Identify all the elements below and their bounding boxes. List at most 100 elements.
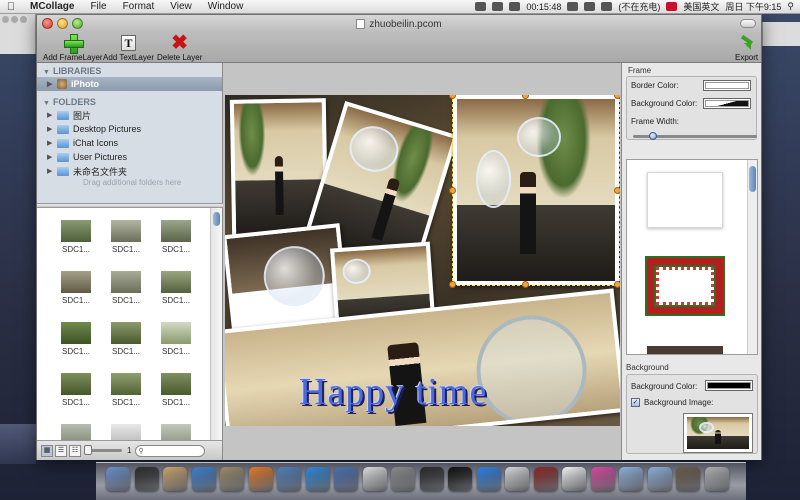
sidebar-item-untitled-folder[interactable]: ▶ 未命名文件夹 (37, 164, 222, 178)
photo-thumbnail[interactable]: SDC1... (51, 373, 101, 407)
collage-canvas[interactable]: Happy time (225, 95, 620, 426)
photo-thumbnail[interactable]: SDC1... (51, 271, 101, 305)
photo-thumbnail[interactable]: SDC1... (51, 220, 101, 254)
photo-thumbnail[interactable]: SDC1... (151, 271, 201, 305)
wifi-icon[interactable] (567, 2, 579, 11)
libraries-header[interactable]: ▼ LIBRARIES (37, 63, 222, 77)
photo-booth-icon[interactable] (590, 467, 615, 491)
thumbnail-zoom-slider[interactable] (84, 445, 122, 455)
input-source[interactable]: 美国英文 (683, 0, 719, 13)
delete-layer-button[interactable]: ✖ Delete Layer (157, 33, 202, 62)
sidebar-item-user-pictures[interactable]: ▶ User Pictures (37, 150, 222, 164)
slider-knob[interactable] (84, 445, 92, 455)
disclosure-triangle-icon[interactable]: ▶ (47, 80, 57, 88)
status-menu-icon[interactable] (475, 2, 487, 11)
search-input[interactable]: ⚲ (135, 444, 206, 457)
menubar-clock[interactable]: 周日 下午9:15 (725, 0, 781, 13)
scrollbar-knob[interactable] (213, 212, 220, 226)
menu-file[interactable]: File (82, 1, 114, 12)
add-frame-layer-button[interactable]: Add FrameLayer (43, 33, 103, 62)
timer-icon[interactable] (509, 2, 521, 11)
photo-thumbnail[interactable] (51, 424, 101, 440)
apple-menu-icon[interactable]:  (0, 1, 22, 13)
photo-thumbnail[interactable] (151, 424, 201, 440)
battery-status[interactable]: (不在充电) (618, 0, 660, 13)
volume-icon[interactable] (584, 2, 596, 11)
frame-style-roses[interactable] (647, 258, 723, 314)
add-text-layer-button[interactable]: T Add TextLayer (103, 33, 154, 62)
spotlight-icon[interactable]: ⚲ (787, 1, 794, 12)
list-view-button[interactable]: ☰ (55, 444, 67, 457)
ical-icon[interactable] (505, 467, 529, 491)
canvas-background-color-well[interactable] (705, 380, 753, 391)
background-image-well[interactable] (683, 413, 753, 453)
frame-layer-5-selected[interactable] (452, 95, 620, 286)
background-window[interactable] (0, 14, 36, 54)
resize-handle-bottom-left[interactable] (449, 281, 456, 288)
iphoto-icon[interactable] (277, 467, 301, 491)
flag-icon[interactable] (666, 2, 678, 11)
activity-monitor-icon[interactable] (419, 467, 444, 491)
title-bar[interactable]: zhuobeilin.pcom (37, 15, 761, 33)
folders-header[interactable]: ▼ FOLDERS (37, 94, 222, 108)
trash-icon[interactable] (704, 467, 729, 491)
photos-stack-icon[interactable] (676, 467, 700, 491)
frame-background-color-well[interactable] (703, 98, 751, 109)
frame-style-plain[interactable] (647, 172, 723, 228)
scrollbar-knob[interactable] (749, 166, 756, 192)
background-window-right[interactable] (762, 22, 800, 46)
frame-style-dark[interactable] (647, 346, 723, 354)
bluetooth-icon[interactable] (492, 2, 504, 11)
photo-thumbnail[interactable]: SDC1... (101, 322, 151, 356)
menu-view[interactable]: View (162, 1, 200, 12)
minimize-window-button[interactable] (57, 18, 68, 29)
border-color-well[interactable] (703, 80, 751, 91)
safari-icon[interactable] (191, 467, 216, 491)
firefox-icon[interactable] (248, 467, 273, 491)
dictionary-icon[interactable] (533, 467, 558, 491)
export-button[interactable]: Export (735, 33, 758, 62)
resize-handle-bottom-right[interactable] (614, 281, 620, 288)
slider-knob[interactable] (649, 132, 657, 140)
sidebar-item-pictures[interactable]: ▶ 图片 (37, 108, 222, 122)
photo-thumbnail[interactable]: SDC1... (101, 271, 151, 305)
disclosure-triangle-icon[interactable]: ▶ (47, 153, 57, 161)
thumbnail-scrollbar[interactable] (210, 208, 222, 440)
disclosure-triangle-icon[interactable]: ▶ (47, 125, 57, 133)
grid-view-button[interactable]: ▦ (41, 444, 53, 457)
close-window-button[interactable] (42, 18, 53, 29)
preview-icon[interactable] (220, 467, 244, 491)
text-layer[interactable]: Happy time (299, 370, 487, 414)
detail-view-button[interactable]: ☷ (69, 444, 81, 457)
textedit-icon[interactable] (362, 467, 387, 491)
menu-app-name[interactable]: MCollage (22, 1, 82, 12)
toolbar-toggle-button[interactable] (740, 19, 756, 28)
zoom-window-button[interactable] (72, 18, 83, 29)
sidebar-item-ichat-icons[interactable]: ▶ iChat Icons (37, 136, 222, 150)
disclosure-triangle-icon[interactable]: ▶ (47, 139, 57, 147)
calendar-icon[interactable] (562, 467, 586, 491)
finder-icon[interactable] (106, 467, 130, 491)
sidebar-item-iphoto[interactable]: ▶ iPhoto (37, 77, 222, 91)
address-book-icon[interactable] (163, 467, 187, 491)
app-store-icon[interactable] (476, 467, 501, 491)
photo-thumbnail[interactable]: SDC1... (151, 220, 201, 254)
photo-thumbnail[interactable]: SDC1... (151, 373, 201, 407)
menu-format[interactable]: Format (115, 1, 163, 12)
terminal-icon[interactable] (448, 467, 472, 491)
frame-list-scrollbar[interactable] (747, 160, 757, 354)
canvas-area[interactable]: Happy time (223, 63, 621, 460)
resize-handle-top-right[interactable] (614, 95, 620, 99)
timer-readout[interactable]: 00:15:48 (526, 2, 561, 12)
dashboard-icon[interactable] (134, 467, 159, 491)
itunes-icon[interactable] (305, 467, 330, 491)
battery-icon[interactable] (601, 2, 613, 11)
photo-thumbnail[interactable]: SDC1... (151, 322, 201, 356)
resize-handle-left[interactable] (449, 187, 456, 194)
photo-thumbnail[interactable]: SDC1... (51, 322, 101, 356)
disclosure-triangle-icon[interactable]: ▶ (47, 111, 57, 119)
sidebar-item-desktop-pictures[interactable]: ▶ Desktop Pictures (37, 122, 222, 136)
frame-width-slider[interactable] (633, 132, 757, 140)
photo-thumbnail[interactable] (101, 424, 151, 440)
background-image-checkbox[interactable]: ✓ (631, 398, 640, 407)
